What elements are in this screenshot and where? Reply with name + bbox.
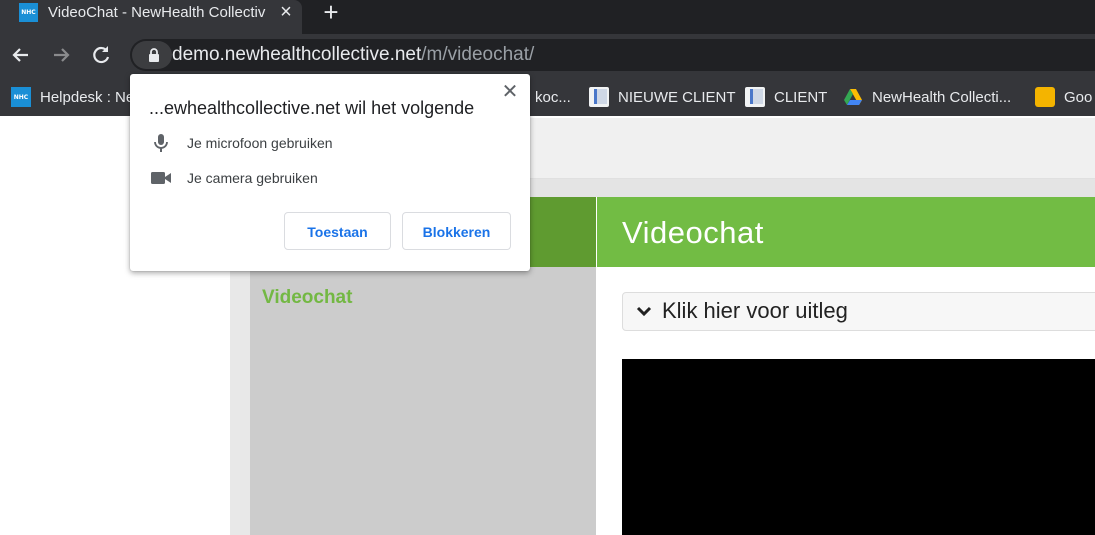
allow-button[interactable]: Toestaan bbox=[284, 212, 391, 250]
permission-label: Je microfoon gebruiken bbox=[187, 135, 333, 151]
browser-tab[interactable]: NHC VideoChat - NewHealth Collective × bbox=[0, 0, 302, 34]
bookmark-client[interactable]: CLIENT bbox=[745, 86, 827, 108]
new-tab-plus-icon[interactable]: + bbox=[320, 0, 342, 25]
bookmark-label: Goo bbox=[1064, 88, 1093, 106]
doc-icon bbox=[745, 87, 765, 107]
bookmark-nieuwe-client[interactable]: NIEUWE CLIENT bbox=[589, 86, 736, 108]
explain-toggle[interactable]: Klik hier voor uitleg bbox=[622, 292, 1095, 331]
tab-close-icon[interactable]: × bbox=[276, 2, 296, 22]
nhc-icon: NHC bbox=[11, 87, 31, 107]
forward-arrow-icon[interactable] bbox=[47, 41, 75, 69]
bookmark-newhealth-drive[interactable]: NewHealth Collecti... bbox=[843, 86, 1011, 108]
ideas-icon bbox=[1035, 87, 1055, 107]
permission-camera: Je camera gebruiken bbox=[150, 168, 318, 188]
page-header: Videochat bbox=[597, 197, 1095, 267]
explain-label: Klik hier voor uitleg bbox=[662, 298, 848, 323]
permission-microphone: Je microfoon gebruiken bbox=[150, 133, 333, 153]
permission-label: Je camera gebruiken bbox=[187, 170, 318, 186]
bookmark-label: NIEUWE CLIENT bbox=[618, 88, 736, 106]
bookmark-koc[interactable]: koc... bbox=[535, 86, 571, 108]
chevron-down-icon bbox=[636, 306, 652, 317]
tab-title: VideoChat - NewHealth Collective bbox=[48, 4, 266, 21]
nhc-favicon-icon: NHC bbox=[19, 3, 38, 22]
block-button[interactable]: Blokkeren bbox=[402, 212, 511, 250]
video-area[interactable] bbox=[622, 359, 1095, 535]
sidebar-item-videochat[interactable]: Videochat bbox=[262, 287, 352, 309]
url-path: /m/videochat/ bbox=[421, 44, 535, 65]
address-bar[interactable]: demo.newhealthcollective.net/m/videochat… bbox=[130, 39, 1095, 71]
dialog-title: ...ewhealthcollective.net wil het volgen… bbox=[149, 98, 475, 118]
main-content: Klik hier voor uitleg bbox=[597, 267, 1095, 535]
reload-icon[interactable] bbox=[87, 41, 115, 69]
url-host: demo.newhealthcollective.net bbox=[172, 44, 422, 65]
sidebar: Videochat bbox=[250, 267, 596, 535]
bookmark-helpdesk[interactable]: NHC Helpdesk : Ne bbox=[11, 86, 134, 108]
bookmark-google[interactable]: Goo bbox=[1035, 86, 1092, 108]
drive-icon bbox=[843, 87, 863, 107]
permission-dialog: ✕ ...ewhealthcollective.net wil het volg… bbox=[130, 74, 530, 271]
browser-toolbar: demo.newhealthcollective.net/m/videochat… bbox=[0, 34, 1095, 78]
page-title: Videochat bbox=[622, 215, 764, 250]
microphone-icon bbox=[150, 133, 172, 153]
bookmark-label: CLIENT bbox=[774, 88, 828, 106]
url-text: demo.newhealthcollective.net/m/videochat… bbox=[172, 44, 534, 66]
bookmark-label: koc... bbox=[535, 88, 571, 106]
doc-icon bbox=[589, 87, 609, 107]
bookmark-label: NewHealth Collecti... bbox=[872, 88, 1012, 106]
lock-icon bbox=[149, 48, 159, 62]
back-arrow-icon[interactable] bbox=[7, 41, 35, 69]
camera-icon bbox=[150, 168, 172, 188]
site-info-button[interactable] bbox=[132, 41, 172, 69]
close-icon[interactable]: ✕ bbox=[500, 82, 520, 102]
bookmark-label: Helpdesk : Ne bbox=[40, 88, 135, 106]
tab-strip: NHC VideoChat - NewHealth Collective × + bbox=[0, 0, 1095, 34]
